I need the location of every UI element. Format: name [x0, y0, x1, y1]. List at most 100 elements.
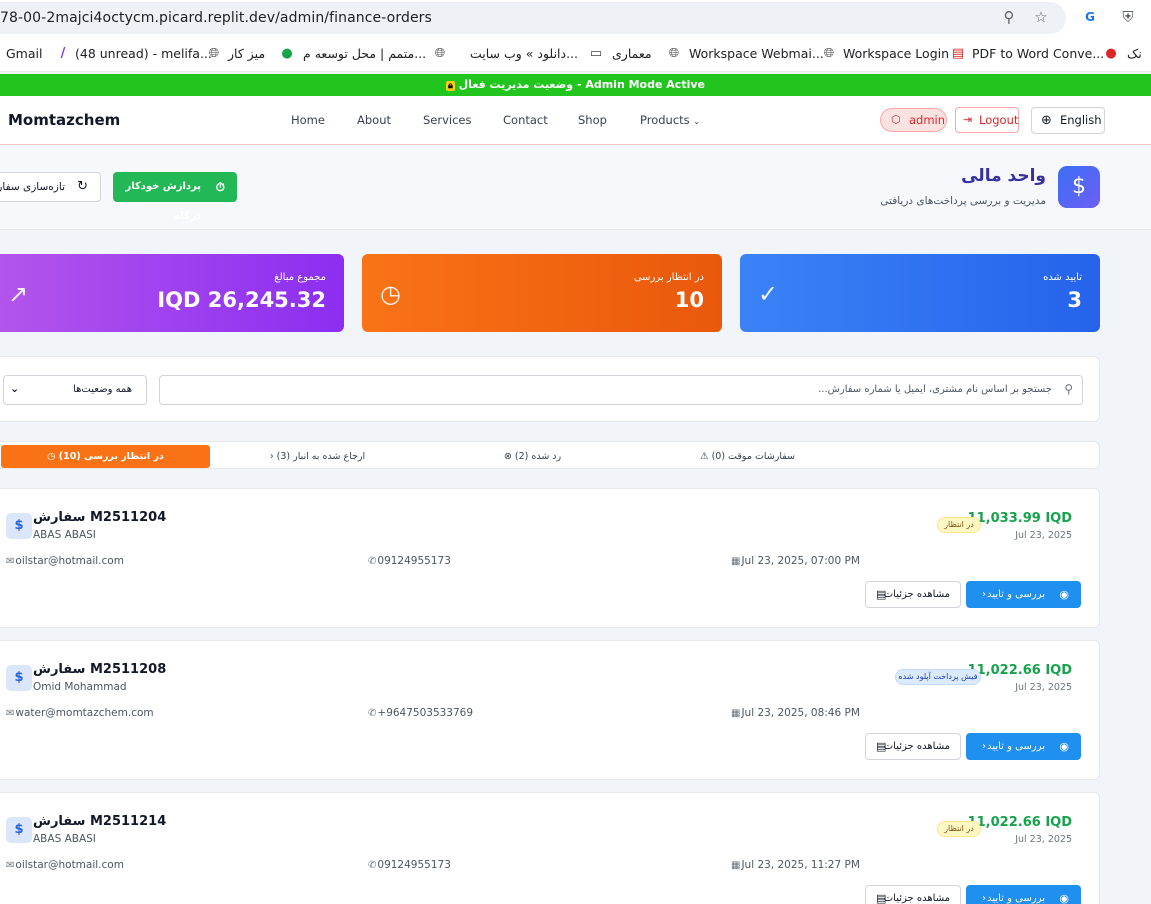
stat-card-pending: ◷ در انتظار بررسی 10	[362, 254, 722, 332]
mail-icon: ✉	[6, 860, 15, 871]
admin-mode-bar: 🔒︎ وضعیت مدیریت فعال - Admin Mode Active	[0, 74, 1151, 96]
review-approve-label: بررسی و تایید	[987, 589, 1045, 600]
tab-temporary-label: سفارشات موقت (0)	[711, 451, 795, 462]
globe-icon: 🌐︎	[668, 46, 680, 61]
order-customer: ABAS ABASI	[33, 529, 96, 541]
refresh-orders-button[interactable]: ↻ تازه‌سازی سفارشات	[0, 172, 101, 202]
page-header: $ واحد مالی مدیریت و بررسی پرداخت‌های در…	[0, 146, 1151, 230]
order-customer: ABAS ABASI	[33, 833, 96, 845]
review-approve-button[interactable]: ◉ بررسی و تایید ‹	[966, 885, 1081, 904]
folder-icon: ▭	[589, 46, 603, 61]
nav-shop[interactable]: Shop	[578, 113, 607, 127]
nav-products[interactable]: Products ⌄	[640, 113, 700, 127]
timer-icon: ⏱︎	[215, 180, 225, 194]
status-select-value: همه وضعیت‌ها	[73, 384, 132, 395]
view-details-label: مشاهده جزئیات	[883, 893, 950, 904]
dollar-icon: $	[6, 665, 32, 691]
admin-badge: ⬡ admin	[880, 108, 947, 132]
tab-pending-review[interactable]: در انتظار بررسی (10) ◷	[1, 445, 210, 468]
review-approve-button[interactable]: ◉ بررسی و تایید ‹	[966, 581, 1081, 608]
order-datetime: ▦Jul 23, 2025, 07:00 PM	[731, 555, 860, 567]
translate-icon[interactable]: G	[1081, 8, 1099, 26]
order-date: Jul 23, 2025	[1015, 682, 1072, 693]
globe-icon: 🌐︎	[434, 46, 446, 61]
order-datetime-value: Jul 23, 2025, 07:00 PM	[741, 555, 860, 567]
chevron-down-icon: ⌄	[693, 117, 701, 126]
view-details-label: مشاهده جزئیات	[883, 589, 950, 600]
star-icon[interactable]: ☆	[1032, 8, 1050, 26]
document-icon: ▤	[876, 892, 887, 904]
page-title: واحد مالی	[961, 166, 1046, 186]
bookmark-desk[interactable]: میز کار	[228, 46, 265, 61]
status-badge: در انتظار	[937, 821, 981, 837]
search-input[interactable]: ⚲ جستجو بر اساس نام مشتری، ایمیل یا شمار…	[159, 375, 1083, 405]
review-approve-button[interactable]: ◉ بررسی و تایید ‹	[966, 733, 1081, 760]
shield-icon[interactable]: ⛨	[1119, 8, 1137, 26]
status-badge: در انتظار	[937, 517, 981, 533]
bookmark-download[interactable]: دانلود » وب سایت...	[470, 46, 578, 61]
bookmark-workspace-webmail[interactable]: Workspace Webmai...	[689, 46, 824, 61]
site-navbar: Momtazchem Home About Services Contact S…	[0, 96, 1151, 145]
search-placeholder: جستجو بر اساس نام مشتری، ایمیل یا شماره …	[818, 384, 1052, 395]
filter-card: ⌄ همه وضعیت‌ها ⚲ جستجو بر اساس نام مشتری…	[0, 356, 1100, 422]
address-bar[interactable]: 78-00-2majci4octycm.picard.replit.dev/ad…	[0, 2, 1066, 34]
nav-home[interactable]: Home	[291, 113, 325, 127]
language-button[interactable]: ⊕ English	[1031, 107, 1105, 134]
address-url[interactable]: 78-00-2majci4octycm.picard.replit.dev/ad…	[0, 10, 432, 26]
stat-pending-value: 10	[674, 288, 704, 312]
clock-icon: ◷	[47, 451, 56, 462]
view-details-button[interactable]: ▤ مشاهده جزئیات	[865, 885, 961, 904]
bookmark-mail-unread[interactable]: (48 unread) - melifa...	[75, 46, 212, 61]
lock-icon: 🔒︎	[446, 81, 455, 91]
language-label: English	[1060, 113, 1102, 127]
order-datetime: ▦Jul 23, 2025, 11:27 PM	[731, 859, 860, 871]
tab-temporary-orders[interactable]: سفارشات موقت (0) ⚠︎	[640, 445, 855, 468]
check-circle-icon: ✓	[758, 280, 779, 308]
brand-logo[interactable]: Momtazchem	[8, 111, 120, 129]
tab-rejected[interactable]: رد شده (2) ⊗	[425, 445, 640, 468]
auto-gateway-process-button[interactable]: ⏱︎ پردازش خودکار درگاه	[113, 172, 237, 222]
stat-total-label: مجموع مبالغ	[274, 272, 326, 283]
search-icon: ⚲	[1064, 382, 1073, 396]
view-details-button[interactable]: ▤ مشاهده جزئیات	[865, 733, 961, 760]
nav-contact[interactable]: Contact	[503, 113, 548, 127]
bookmark-gmail[interactable]: Gmail	[6, 46, 42, 61]
view-details-button[interactable]: ▤ مشاهده جزئیات	[865, 581, 961, 608]
eye-icon: ◉	[1059, 892, 1069, 904]
x-circle-icon: ⊗	[503, 451, 512, 462]
nav-about[interactable]: About	[357, 113, 391, 127]
review-approve-label: بررسی و تایید	[987, 741, 1045, 752]
bookmark-workspace-login[interactable]: Workspace Login	[843, 46, 949, 61]
order-email-value: oilstar@hotmail.com	[15, 555, 124, 567]
bookmark-more[interactable]: نک	[1127, 46, 1142, 61]
bookmark-architecture[interactable]: معماری	[612, 46, 652, 61]
order-id: سفارش M2511204	[33, 510, 167, 525]
order-date: Jul 23, 2025	[1015, 530, 1072, 541]
logout-label: Logout	[979, 113, 1019, 127]
order-email: ✉water@momtazchem.com	[6, 707, 154, 719]
status-select[interactable]: ⌄ همه وضعیت‌ها	[3, 375, 147, 405]
tab-rejected-label: رد شده (2)	[514, 451, 562, 462]
phone-icon: ✆	[368, 708, 377, 719]
order-amount: 11,022.66 IQD	[967, 815, 1072, 830]
globe-icon: ⊕	[1041, 113, 1052, 128]
order-email: ✉oilstar@hotmail.com	[6, 555, 124, 567]
pdf-icon: ▤	[951, 46, 965, 61]
logout-icon: ⇥	[963, 113, 973, 126]
document-icon: ▤	[876, 740, 887, 753]
logout-button[interactable]: ⇥ Logout	[955, 107, 1019, 133]
order-email-value: water@momtazchem.com	[15, 707, 154, 719]
nav-services[interactable]: Services	[423, 113, 472, 127]
phone-icon: ✆	[368, 860, 377, 871]
zoom-icon[interactable]: ⚲	[1000, 8, 1018, 26]
refresh-icon: ↻	[77, 179, 88, 194]
bookmark-motamem[interactable]: متمم | محل توسعه م...	[303, 46, 426, 61]
bookmark-pdf-to-word[interactable]: PDF to Word Conve...	[972, 46, 1104, 61]
clock-icon: ◷	[380, 280, 401, 308]
tab-sent-to-warehouse[interactable]: ارجاع شده به انبار (3) ‹	[210, 445, 425, 468]
tab-pending-review-label: در انتظار بررسی (10)	[58, 451, 164, 462]
stat-pending-label: در انتظار بررسی	[633, 272, 704, 283]
mail-icon: ✉	[6, 708, 15, 719]
chevron-left-icon: ‹	[982, 741, 986, 752]
eye-icon: ◉	[1059, 588, 1069, 601]
